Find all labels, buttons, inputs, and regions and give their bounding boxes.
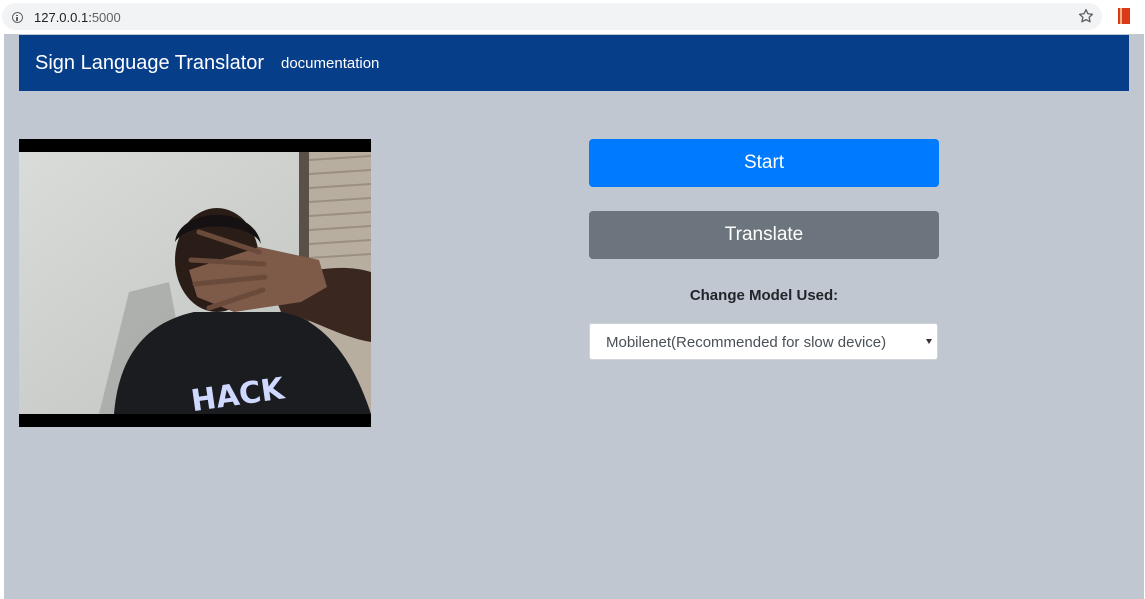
star-icon[interactable] <box>1077 7 1095 25</box>
url-host: 127.0.0.1: <box>34 10 92 25</box>
navbar-brand[interactable]: Sign Language Translator <box>35 52 264 75</box>
dropdown-arrow-icon <box>926 339 932 344</box>
webcam-video: HACK <box>19 139 371 427</box>
start-button[interactable]: Start <box>589 139 939 187</box>
webcam-image: HACK <box>19 152 371 414</box>
navbar: Sign Language Translator documentation <box>19 35 1129 91</box>
url-text[interactable]: 127.0.0.1:5000 <box>34 10 121 25</box>
url-port: 5000 <box>91 10 121 25</box>
translate-button[interactable]: Translate <box>589 211 939 259</box>
browser-toolbar: 127.0.0.1:5000 <box>0 0 1145 34</box>
video-frame: HACK <box>19 152 371 414</box>
documentation-link[interactable]: documentation <box>281 55 379 72</box>
model-select[interactable]: Mobilenet(Recommended for slow device) <box>589 323 938 360</box>
page-body: Sign Language Translator documentation H… <box>4 34 1144 599</box>
info-icon[interactable] <box>12 12 23 23</box>
bookmark-extension-icon[interactable] <box>1117 8 1131 24</box>
address-bar[interactable]: 127.0.0.1:5000 <box>2 3 1102 30</box>
model-label: Change Model Used: <box>689 287 839 304</box>
model-select-value: Mobilenet(Recommended for slow device) <box>606 334 887 351</box>
